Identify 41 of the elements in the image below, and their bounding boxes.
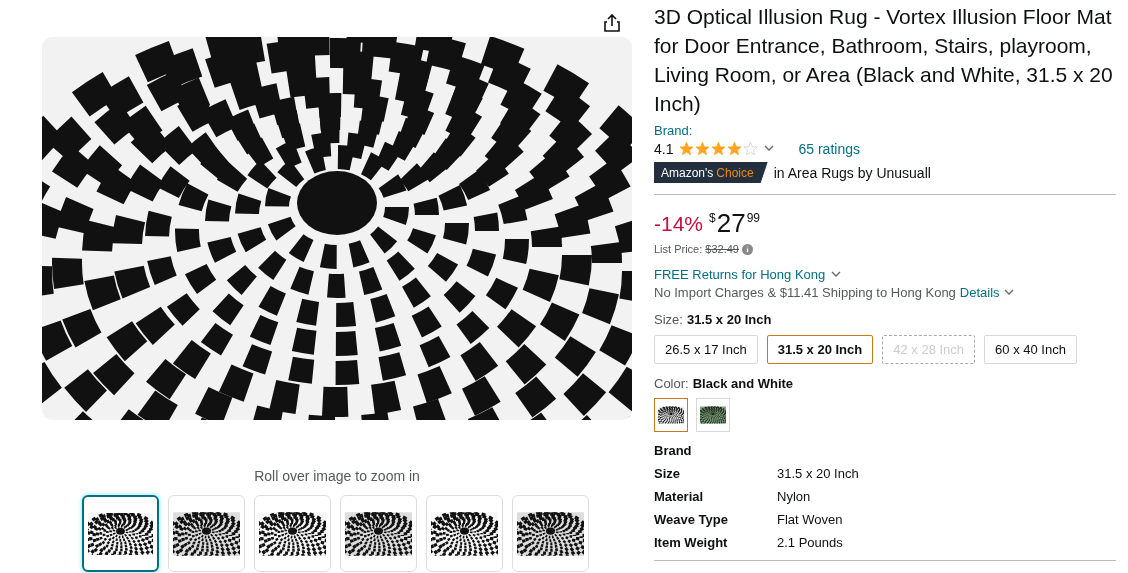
shipping-info: No Import Charges & $11.41 Shipping to Hong Kong: [654, 285, 956, 300]
thumbnail[interactable]: [82, 495, 159, 572]
discount-percent: -14%: [654, 212, 704, 236]
caret-icon[interactable]: [1003, 289, 1014, 296]
selected-size: 31.5 x 20 Inch: [686, 312, 772, 327]
spec-name: Item Weight: [654, 535, 729, 551]
size-option[interactable]: 60 x 40 Inch: [984, 335, 1077, 364]
spec-value: 31.5 x 20 Inch: [777, 466, 860, 482]
details-link[interactable]: Details: [959, 285, 1000, 300]
rating-value: 4.1: [654, 140, 674, 157]
size-label: Size:: [654, 312, 683, 327]
size-option[interactable]: 26.5 x 17 Inch: [654, 335, 758, 364]
color-swatch[interactable]: [654, 398, 688, 432]
list-price: $32.49: [705, 243, 739, 255]
ratings-link[interactable]: 65 ratings: [798, 140, 860, 157]
spec-name: Weave Type: [654, 512, 729, 528]
info-icon[interactable]: [741, 244, 753, 255]
caret-icon[interactable]: [764, 145, 775, 152]
star-icon: [727, 141, 743, 156]
badge-category: in Area Rugs by Unusuall: [773, 164, 931, 181]
spec-name: Brand: [654, 443, 693, 459]
choice-badge: Amazon's Choice: [654, 162, 768, 183]
share-icon[interactable]: [604, 14, 620, 32]
star-icon: [695, 141, 711, 156]
spec-value: Flat Woven: [777, 512, 844, 528]
size-option[interactable]: 31.5 x 20 Inch: [766, 335, 874, 364]
spec-value: 2.1 Pounds: [777, 535, 844, 551]
color-label: Color:: [654, 376, 689, 391]
returns-link[interactable]: FREE Returns for Hong Kong: [654, 267, 826, 282]
spec-name: Size: [654, 466, 681, 482]
star-icon: [743, 141, 759, 156]
brand-link[interactable]: Brand:: [654, 123, 693, 138]
star-icon: [711, 141, 727, 156]
star-icon: [679, 141, 695, 156]
caret-icon[interactable]: [831, 271, 842, 278]
selected-color: Black and White: [692, 376, 794, 391]
zoom-hint: Roll over image to zoom in: [254, 468, 420, 484]
list-price-label: List Price:: [654, 243, 703, 255]
product-title: 3D Optical Illusion Rug - Vortex Illusion Floor Mat for Door Entrance, Bathroom, Stairs, playroom, Living Room, or Area (Black and White, 31.5 x 20 Inch): [654, 4, 1114, 117]
spec-name: Material: [654, 489, 705, 505]
spec-value: Nylon: [777, 489, 812, 505]
